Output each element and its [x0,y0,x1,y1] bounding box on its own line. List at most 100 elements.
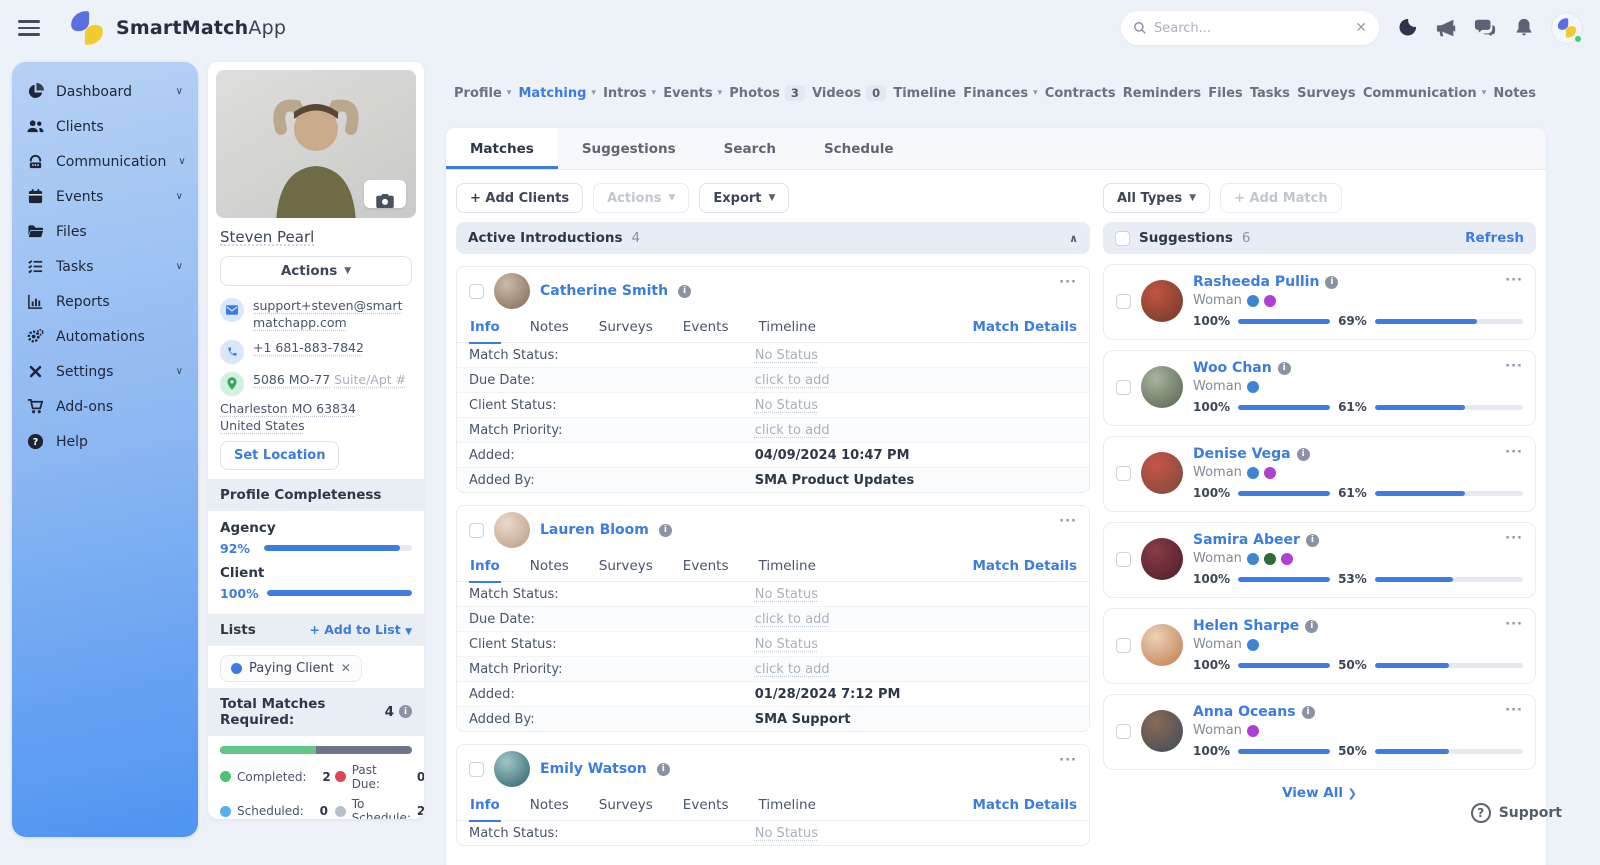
match-card-tab[interactable]: Surveys [598,554,654,581]
suggestion-avatar[interactable] [1141,366,1183,408]
match-avatar[interactable] [494,512,530,548]
sidebar-item-help[interactable]: ? Help [12,424,198,459]
sidebar-item-files[interactable]: Files [12,214,198,249]
announcements-icon[interactable] [1435,17,1457,39]
info-icon[interactable] [1325,276,1338,289]
match-card-tab[interactable]: Info [469,793,501,820]
sidebar-item-communication[interactable]: Communication∨ [12,144,198,179]
suggestion-name-link[interactable]: Anna Oceans [1193,704,1296,720]
nav-tab[interactable]: Matching▾ [518,86,595,101]
match-name-link[interactable]: Catherine Smith [540,283,668,299]
match-details-link[interactable]: Match Details [972,319,1077,338]
info-icon[interactable] [659,524,672,537]
suggestion-checkbox[interactable] [1116,380,1131,395]
match-card-tab[interactable]: Info [469,315,501,342]
sidebar-item-automations[interactable]: Automations [12,319,198,354]
add-clients-button[interactable]: + Add Clients [456,183,583,213]
subtab[interactable]: Suggestions [558,128,700,169]
nav-tab[interactable]: Intros▾ [603,86,656,101]
info-icon[interactable] [1306,534,1319,547]
support-button[interactable]: ? Support [1471,803,1562,823]
add-match-button[interactable]: + Add Match [1220,183,1342,213]
chat-icon[interactable] [1474,17,1496,39]
all-types-dropdown-button[interactable]: All Types▼ [1103,183,1210,213]
more-options-icon[interactable]: ··· [1505,445,1523,460]
menu-icon[interactable] [18,20,40,36]
list-tag-paying-client[interactable]: Paying Client ✕ [220,655,362,682]
more-options-icon[interactable]: ··· [1505,359,1523,374]
collapse-chevron-icon[interactable]: ∧ [1069,232,1078,245]
match-card-tab[interactable]: Surveys [598,793,654,820]
dark-mode-icon[interactable] [1396,17,1418,39]
field-value[interactable]: No Status [755,348,818,363]
match-avatar[interactable] [494,273,530,309]
match-name-link[interactable]: Emily Watson [540,761,647,777]
actions-button[interactable]: Actions▼ [220,256,412,286]
suggestion-avatar[interactable] [1141,452,1183,494]
search-bar[interactable]: ✕ [1121,11,1379,45]
suggestion-checkbox[interactable] [1116,724,1131,739]
more-options-icon[interactable]: ··· [1059,753,1077,768]
match-checkbox[interactable] [469,523,484,538]
select-all-suggestions-checkbox[interactable] [1115,231,1130,246]
match-card-tab[interactable]: Notes [529,315,570,342]
suggestion-avatar[interactable] [1141,538,1183,580]
field-value[interactable]: 04/09/2024 10:47 PM [755,448,910,463]
suggestion-name-link[interactable]: Rasheeda Pullin [1193,274,1319,290]
match-avatar[interactable] [494,751,530,787]
sidebar-item-reports[interactable]: Reports [12,284,198,319]
info-icon[interactable] [399,705,412,718]
suggestion-name-link[interactable]: Denise Vega [1193,446,1291,462]
nav-tab[interactable]: Surveys [1297,86,1356,101]
search-input[interactable] [1154,21,1355,36]
suggestion-name-link[interactable]: Samira Abeer [1193,532,1300,548]
field-value[interactable]: click to add [755,373,830,388]
match-card-tab[interactable]: Notes [529,554,570,581]
nav-tab[interactable]: Photos3 [729,85,805,101]
suggestion-checkbox[interactable] [1116,552,1131,567]
info-icon[interactable] [1302,706,1315,719]
remove-tag-icon[interactable]: ✕ [341,661,351,675]
client-address-row[interactable]: 5086 MO-77 Suite/Apt # [208,368,424,400]
sidebar-item-clients[interactable]: Clients [12,109,198,144]
field-value[interactable]: SMA Product Updates [755,473,914,488]
info-icon[interactable] [1278,362,1291,375]
field-value[interactable]: 01/28/2024 7:12 PM [755,687,901,702]
match-card-tab[interactable]: Events [682,554,730,581]
subtab[interactable]: Search [700,128,800,169]
match-name-link[interactable]: Lauren Bloom [540,522,649,538]
nav-tab[interactable]: Events▾ [663,86,722,101]
info-icon[interactable] [1305,620,1318,633]
more-options-icon[interactable]: ··· [1059,514,1077,529]
field-value[interactable]: No Status [755,637,818,652]
match-card-tab[interactable]: Surveys [598,315,654,342]
suggestion-checkbox[interactable] [1116,294,1131,309]
match-card-tab[interactable]: Info [469,554,501,581]
field-value[interactable]: SMA Support [755,712,851,727]
more-options-icon[interactable]: ··· [1505,703,1523,718]
nav-tab[interactable]: Communication▾ [1363,86,1486,101]
match-checkbox[interactable] [469,284,484,299]
more-options-icon[interactable]: ··· [1505,273,1523,288]
sidebar-item-dashboard[interactable]: Dashboard∨ [12,74,198,109]
suggestion-checkbox[interactable] [1116,466,1131,481]
user-avatar[interactable] [1552,13,1582,43]
nav-tab[interactable]: Files [1208,86,1242,101]
more-options-icon[interactable]: ··· [1505,617,1523,632]
match-card-tab[interactable]: Notes [529,793,570,820]
info-icon[interactable] [657,763,670,776]
set-location-button[interactable]: Set Location [220,441,339,470]
clear-search-icon[interactable]: ✕ [1355,20,1367,36]
match-card-tab[interactable]: Events [682,315,730,342]
sidebar-item-add-ons[interactable]: Add-ons [12,389,198,424]
nav-tab[interactable]: Timeline [893,86,956,101]
nav-tab[interactable]: Videos0 [812,85,886,101]
more-options-icon[interactable]: ··· [1505,531,1523,546]
field-value[interactable]: No Status [755,587,818,602]
field-value[interactable]: No Status [755,398,818,413]
notifications-bell-icon[interactable] [1513,17,1535,39]
nav-tab[interactable]: Notes [1493,86,1536,101]
view-all-link[interactable]: View All ❯ [1103,785,1536,801]
field-value[interactable]: click to add [755,662,830,677]
suggestion-checkbox[interactable] [1116,638,1131,653]
